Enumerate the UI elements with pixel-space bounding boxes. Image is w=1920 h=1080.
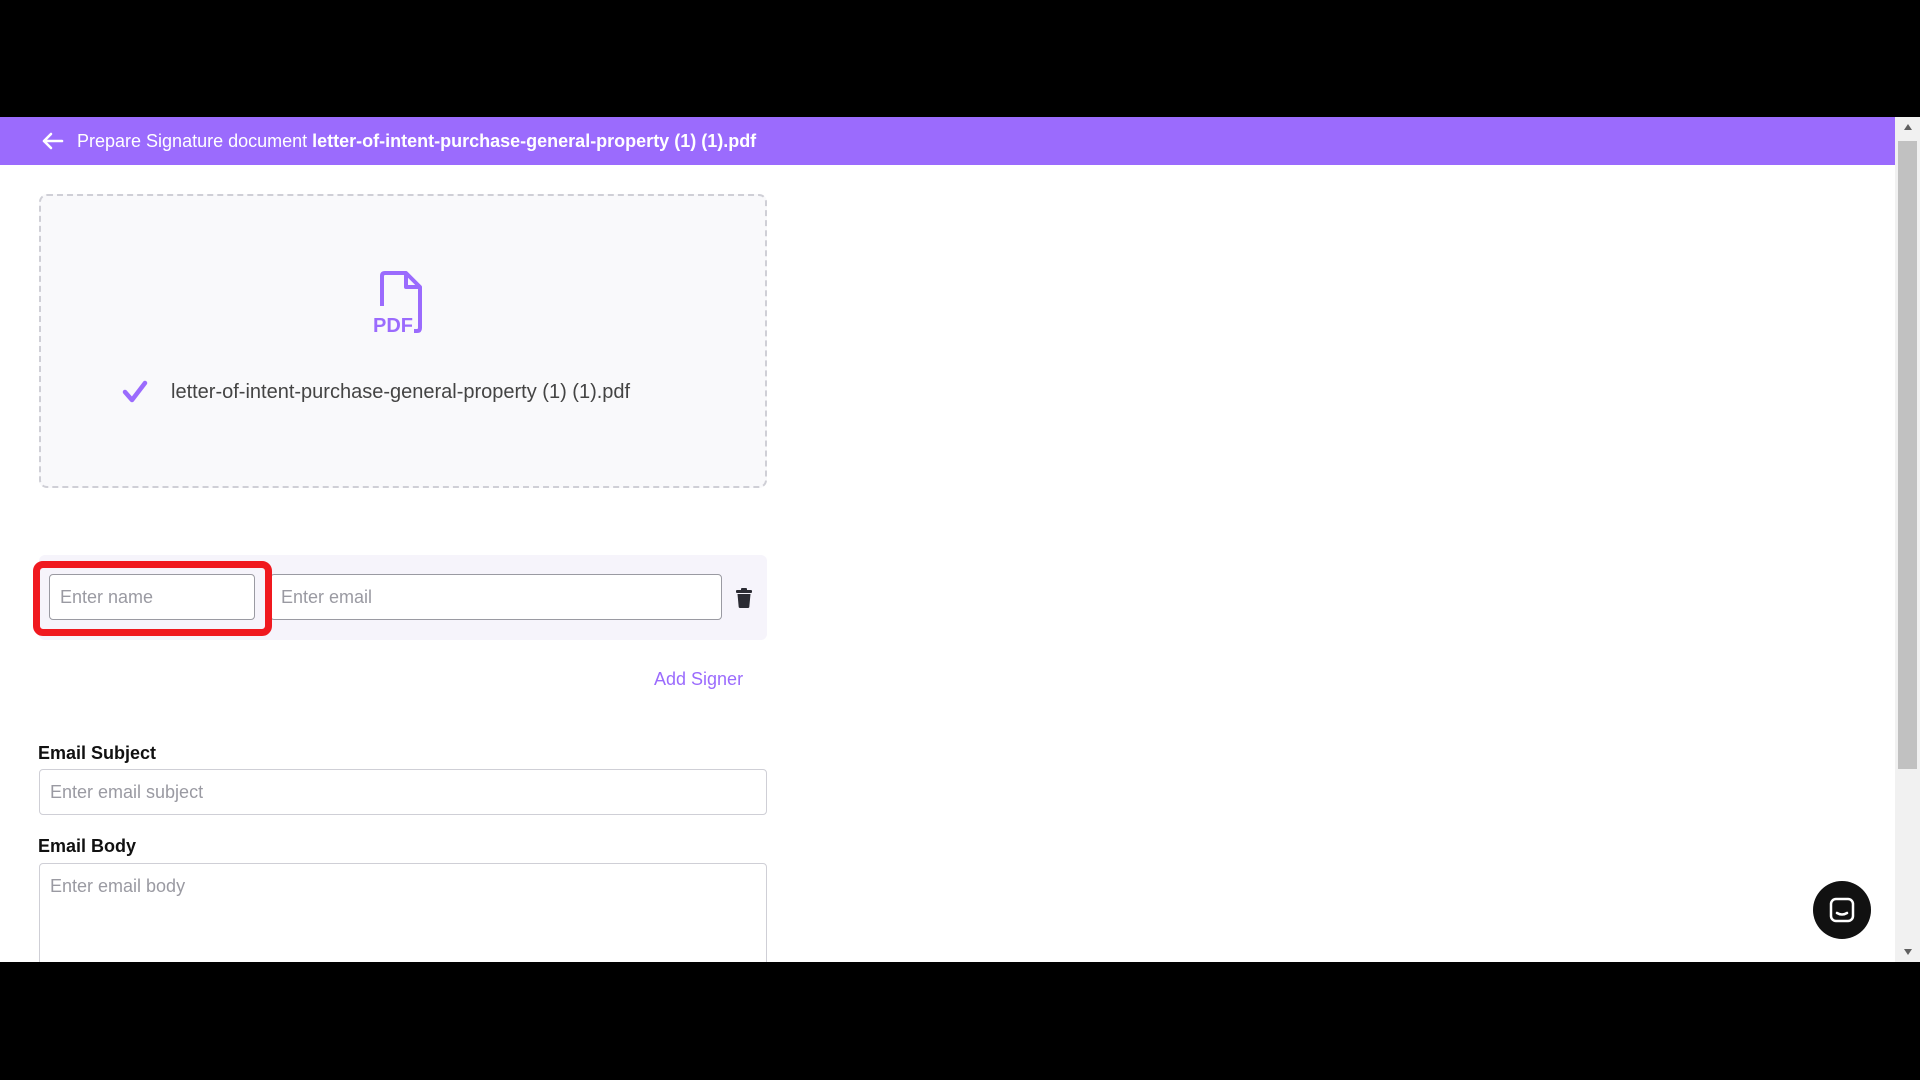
page-title: Prepare Signature document letter-of-int… (77, 131, 756, 152)
page-title-prefix: Prepare Signature document (77, 131, 313, 151)
uploaded-file-name: letter-of-intent-purchase-general-proper… (171, 381, 631, 403)
trash-icon (736, 588, 752, 608)
email-subject-input[interactable] (39, 769, 767, 815)
pdf-icon-label: PDF (373, 315, 413, 336)
signer-email-input[interactable] (270, 574, 722, 620)
arrow-left-icon (42, 132, 64, 150)
chat-widget-button[interactable] (1813, 881, 1871, 939)
email-body-textarea[interactable] (39, 863, 767, 962)
email-subject-label: Email Subject (38, 743, 157, 763)
scroll-down-arrow-icon[interactable] (1895, 942, 1920, 962)
add-signer-button[interactable]: Add Signer (654, 669, 743, 690)
scrollbar-thumb[interactable] (1898, 141, 1917, 769)
pdf-file-icon: PDF (370, 270, 430, 337)
signer-row (39, 555, 767, 640)
checkmark-icon (121, 380, 149, 404)
chat-bubble-icon (1829, 897, 1855, 923)
page-title-filename: letter-of-intent-purchase-general-proper… (312, 131, 757, 151)
app-viewport: Prepare Signature document letter-of-int… (0, 117, 1920, 962)
signer-name-input[interactable] (49, 574, 255, 620)
email-body-label: Email Body (38, 836, 137, 856)
screen-letterbox-top (0, 0, 1920, 117)
vertical-scrollbar[interactable] (1895, 117, 1920, 962)
delete-signer-button[interactable] (732, 585, 756, 611)
file-upload-dropzone[interactable]: PDF letter-of-intent-purchase-general-pr… (39, 194, 767, 488)
back-button[interactable] (38, 127, 66, 155)
header-bar: Prepare Signature document letter-of-int… (0, 117, 1895, 165)
screen-letterbox-bottom (0, 962, 1920, 1080)
scroll-up-arrow-icon[interactable] (1895, 117, 1920, 137)
